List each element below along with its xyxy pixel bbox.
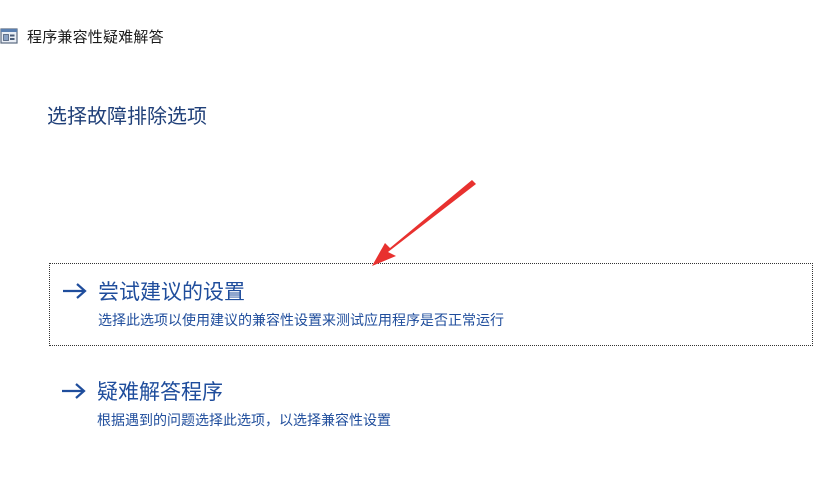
- arrow-right-icon: [62, 282, 88, 300]
- troubleshooter-app-icon: [0, 27, 18, 45]
- option-description: 选择此选项以使用建议的兼容性设置来测试应用程序是否正常运行: [98, 313, 504, 329]
- option-title-row: 尝试建议的设置: [62, 276, 812, 306]
- option-description: 根据遇到的问题选择此选项，以选择兼容性设置: [97, 413, 391, 429]
- option-label: 疑难解答程序: [97, 380, 223, 404]
- window-title: 程序兼容性疑难解答: [27, 27, 164, 46]
- option-troubleshoot-program[interactable]: 疑难解答程序 根据遇到的问题选择此选项，以选择兼容性设置: [49, 364, 813, 434]
- option-title-row: 疑难解答程序: [61, 376, 813, 406]
- option-try-recommended-settings[interactable]: 尝试建议的设置 选择此选项以使用建议的兼容性设置来测试应用程序是否正常运行: [49, 263, 813, 346]
- arrow-right-icon: [61, 382, 87, 400]
- page-heading: 选择故障排除选项: [47, 104, 207, 128]
- title-bar: 程序兼容性疑难解答: [0, 26, 164, 46]
- option-label: 尝试建议的设置: [98, 280, 245, 304]
- troubleshooter-window: 程序兼容性疑难解答 选择故障排除选项 尝试建议的设置 选择此选项以使用建议的兼容…: [0, 0, 827, 491]
